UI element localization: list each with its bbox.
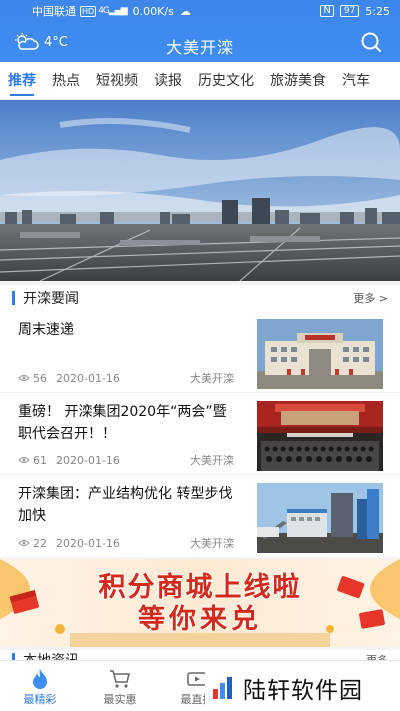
tab-recommend[interactable]: 推荐 bbox=[0, 62, 44, 99]
more-link[interactable]: 更多 > bbox=[353, 290, 388, 306]
eye-icon bbox=[18, 540, 30, 546]
view-count: 61 bbox=[18, 454, 56, 467]
cloud-icon: ☁ bbox=[179, 4, 191, 18]
tab-hot[interactable]: 热点 bbox=[44, 62, 88, 99]
channel-tabs: 推荐 热点 短视频 读报 历史文化 旅游美食 汽车 bbox=[0, 62, 400, 100]
hd-badge: HD bbox=[80, 5, 97, 17]
eye-icon bbox=[18, 375, 30, 381]
news-section: 开滦要闻 更多 > 周末速递 56 2020-01-16 大美开滦 重磅！ 开滦… bbox=[0, 285, 400, 557]
nav-label: 最精彩 bbox=[23, 693, 57, 706]
news-title: 周末速递 bbox=[18, 322, 74, 338]
section-marker bbox=[12, 291, 15, 305]
nfc-icon: N bbox=[320, 5, 334, 17]
banner-subline: 等你来兑 bbox=[138, 604, 262, 635]
news-item[interactable]: 开滦集团：产业结构优化 转型步伐加快 22 2020-01-16 大美开滦 bbox=[0, 477, 400, 557]
news-date: 2020-01-16 bbox=[56, 371, 120, 385]
section-title: 开滦要闻 bbox=[23, 291, 79, 307]
network-speed: 0.00K/s bbox=[132, 4, 174, 18]
tv-icon bbox=[187, 672, 207, 686]
news-thumbnail bbox=[257, 483, 383, 553]
nav-label: 最实惠 bbox=[103, 693, 137, 706]
cart-icon bbox=[110, 670, 130, 688]
tab-short-video[interactable]: 短视频 bbox=[88, 62, 146, 99]
nav-deals[interactable]: 最实惠 bbox=[95, 667, 145, 707]
news-item[interactable]: 周末速递 56 2020-01-16 大美开滦 bbox=[0, 313, 400, 393]
news-thumbnail bbox=[257, 319, 383, 389]
view-count-value: 22 bbox=[33, 536, 47, 550]
news-date: 2020-01-16 bbox=[56, 536, 120, 550]
app-header: 4°C 大美开滦 bbox=[0, 26, 400, 60]
clock: 5:25 bbox=[365, 4, 390, 18]
status-bar: 中国联通 HD 4G▂▄▆ 0.00K/s ☁ N 97 5:25 bbox=[0, 0, 400, 22]
news-title: 重磅！ 开滦集团2020年“两会”暨职代会召开！！ bbox=[18, 404, 227, 442]
news-thumbnail bbox=[257, 401, 383, 471]
view-count-value: 61 bbox=[33, 453, 47, 467]
hero-banner-image[interactable] bbox=[0, 100, 400, 281]
news-date: 2020-01-16 bbox=[56, 453, 120, 467]
watermark-logo bbox=[213, 676, 232, 699]
battery-icon: 97 bbox=[339, 5, 360, 17]
network-label: 4G bbox=[98, 6, 110, 16]
news-item[interactable]: 重磅！ 开滦集团2020年“两会”暨职代会召开！！ 61 2020-01-16 … bbox=[0, 395, 400, 475]
news-source: 大美开滦 bbox=[190, 537, 234, 550]
news-meta: 61 2020-01-16 大美开滦 bbox=[18, 452, 234, 468]
nav-best[interactable]: 最精彩 bbox=[15, 667, 65, 707]
news-section-header: 开滦要闻 更多 > bbox=[0, 285, 400, 311]
watermark: 陆轩软件园 bbox=[205, 664, 400, 711]
points-mall-banner[interactable]: 积分商城上线啦 等你来兑 bbox=[0, 559, 400, 647]
battery-level: 97 bbox=[343, 6, 356, 16]
news-meta: 22 2020-01-16 大美开滦 bbox=[18, 535, 234, 551]
news-source: 大美开滦 bbox=[190, 454, 234, 467]
view-count-value: 56 bbox=[33, 371, 47, 385]
news-meta: 56 2020-01-16 大美开滦 bbox=[18, 370, 234, 386]
tab-newspaper[interactable]: 读报 bbox=[146, 62, 190, 99]
view-count: 56 bbox=[18, 372, 56, 385]
news-title: 开滦集团：产业结构优化 转型步伐加快 bbox=[18, 486, 233, 524]
app-title: 大美开滦 bbox=[165, 38, 234, 57]
search-icon[interactable] bbox=[360, 31, 382, 53]
view-count: 22 bbox=[18, 537, 56, 550]
top-bar: 中国联通 HD 4G▂▄▆ 0.00K/s ☁ N 97 5:25 4°C 大美… bbox=[0, 0, 400, 62]
signal-icon: 4G▂▄▆ bbox=[98, 6, 127, 16]
news-source: 大美开滦 bbox=[190, 372, 234, 385]
flame-icon bbox=[33, 669, 47, 689]
watermark-text: 陆轩软件园 bbox=[243, 677, 363, 704]
eye-icon bbox=[18, 457, 30, 463]
carrier-label: 中国联通 bbox=[32, 5, 76, 18]
tab-history-culture[interactable]: 历史文化 bbox=[190, 62, 262, 99]
tab-travel-food[interactable]: 旅游美食 bbox=[262, 62, 334, 99]
tab-auto[interactable]: 汽车 bbox=[334, 62, 378, 99]
